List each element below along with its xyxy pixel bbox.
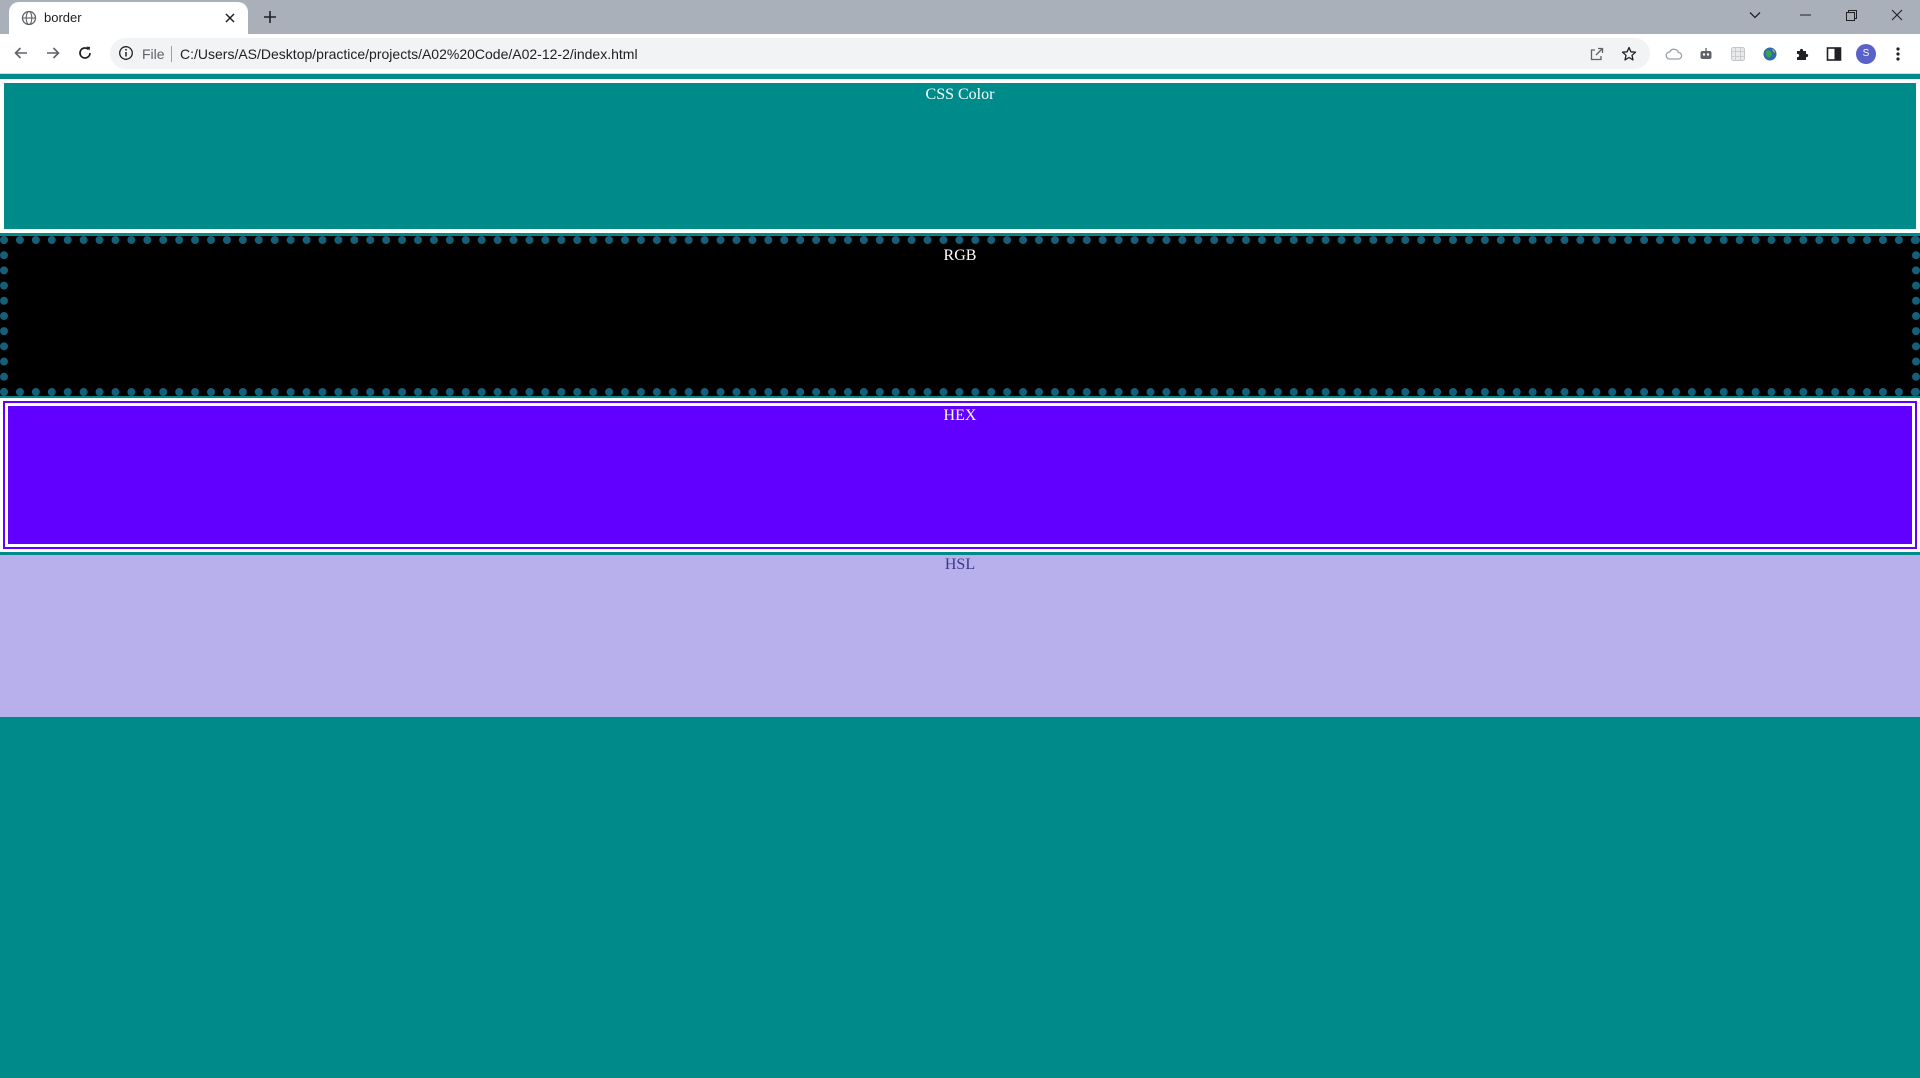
new-tab-button[interactable] [258,5,282,29]
puzzle-icon[interactable] [1790,42,1814,66]
reload-icon [79,46,91,59]
page-viewport: CSS Color RGB HEX HSL [0,74,1920,1078]
arrow-left-icon [14,47,27,59]
url-text[interactable]: C:/Users/AS/Desktop/practice/projects/A0… [180,46,638,62]
robot-icon[interactable] [1694,42,1718,66]
side-panel-icon[interactable] [1822,42,1846,66]
hsl-box: HSL [0,555,1920,717]
browser-tab[interactable]: border [9,2,248,34]
share-icon[interactable] [1586,43,1608,65]
css-color-label: CSS Color [925,86,995,103]
close-icon[interactable] [1874,0,1920,30]
rgb-box: RGB [0,236,1920,396]
back-button[interactable] [7,39,35,67]
minimize-icon[interactable] [1782,0,1828,30]
css-color-box: CSS Color [0,79,1920,233]
window-controls [1738,0,1920,30]
tab-title: border [44,10,82,25]
restore-icon[interactable] [1828,0,1874,30]
extension-grid-icon[interactable] [1726,42,1750,66]
star-icon[interactable] [1618,43,1640,65]
url-divider [171,46,172,62]
hsl-label: HSL [944,556,976,573]
cloud-icon[interactable] [1662,42,1686,66]
profile-avatar[interactable]: S [1856,44,1876,64]
hex-label: HEX [943,407,977,424]
plus-icon [264,11,276,23]
globe-leaf-icon[interactable] [1758,42,1782,66]
tab-search-icon[interactable] [1738,0,1772,30]
tab-strip: border [0,0,1920,34]
globe-icon [21,10,37,26]
address-bar[interactable]: File C:/Users/AS/Desktop/practice/projec… [110,38,1650,69]
url-scheme-label: File [142,46,165,62]
kebab-menu-icon[interactable] [1886,42,1910,66]
hex-box: HEX [0,398,1920,552]
arrow-right-icon [47,47,60,59]
reload-button[interactable] [71,39,99,67]
info-icon[interactable] [118,45,134,61]
forward-button[interactable] [39,39,67,67]
close-icon[interactable] [220,8,240,28]
rgb-label: RGB [943,247,977,264]
browser-toolbar: File C:/Users/AS/Desktop/practice/projec… [0,34,1920,74]
